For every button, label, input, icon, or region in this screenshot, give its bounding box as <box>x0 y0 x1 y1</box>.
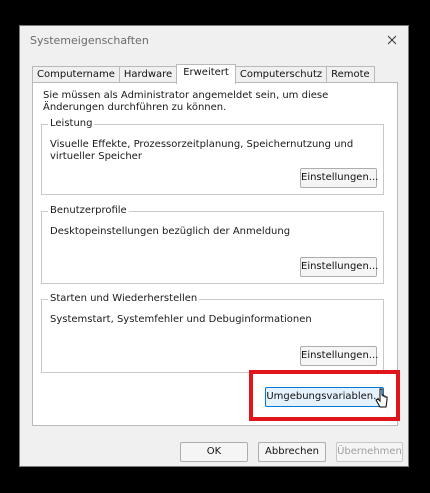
window-title: Systemeigenschaften <box>30 34 149 47</box>
user-profiles-description: Desktopeinstellungen bezüglich der Anmel… <box>50 226 291 237</box>
performance-group-label: Leistung <box>48 118 95 129</box>
tab-hardware[interactable]: Hardware <box>118 66 178 83</box>
tab-computername[interactable]: Computername <box>32 66 120 83</box>
admin-note: Sie müssen als Administrator angemeldet … <box>43 90 329 113</box>
tab-remote[interactable]: Remote <box>326 66 375 83</box>
close-button[interactable] <box>384 32 400 48</box>
close-icon <box>387 35 397 45</box>
mouse-cursor-icon <box>375 388 388 408</box>
startup-recovery-settings-button[interactable]: Einstellungen... <box>300 346 378 366</box>
startup-recovery-group: Starten und Wiederherstellen Systemstart… <box>41 293 384 373</box>
apply-button[interactable]: Übernehmen <box>336 442 403 462</box>
tab-erweitert[interactable]: Erweitert <box>176 64 236 84</box>
performance-group: Leistung Visuelle Effekte, Prozessorzeit… <box>41 118 384 195</box>
tab-computerschutz[interactable]: Computerschutz <box>234 66 328 83</box>
performance-description: Visuelle Effekte, Prozessorzeitplanung, … <box>50 139 354 162</box>
performance-settings-button[interactable]: Einstellungen... <box>300 168 378 188</box>
ok-button[interactable]: OK <box>180 442 248 462</box>
user-profiles-settings-button[interactable]: Einstellungen... <box>300 257 378 277</box>
user-profiles-group-label: Benutzerprofile <box>48 205 129 216</box>
user-profiles-group: Benutzerprofile Desktopeinstellungen bez… <box>41 205 384 284</box>
startup-recovery-description: Systemstart, Systemfehler und Debuginfor… <box>50 314 312 325</box>
tab-strip: Computername Hardware Erweitert Computer… <box>32 64 375 84</box>
title-bar: Systemeigenschaften <box>20 26 408 58</box>
cancel-button[interactable]: Abbrechen <box>258 442 326 462</box>
startup-recovery-group-label: Starten und Wiederherstellen <box>48 293 200 304</box>
